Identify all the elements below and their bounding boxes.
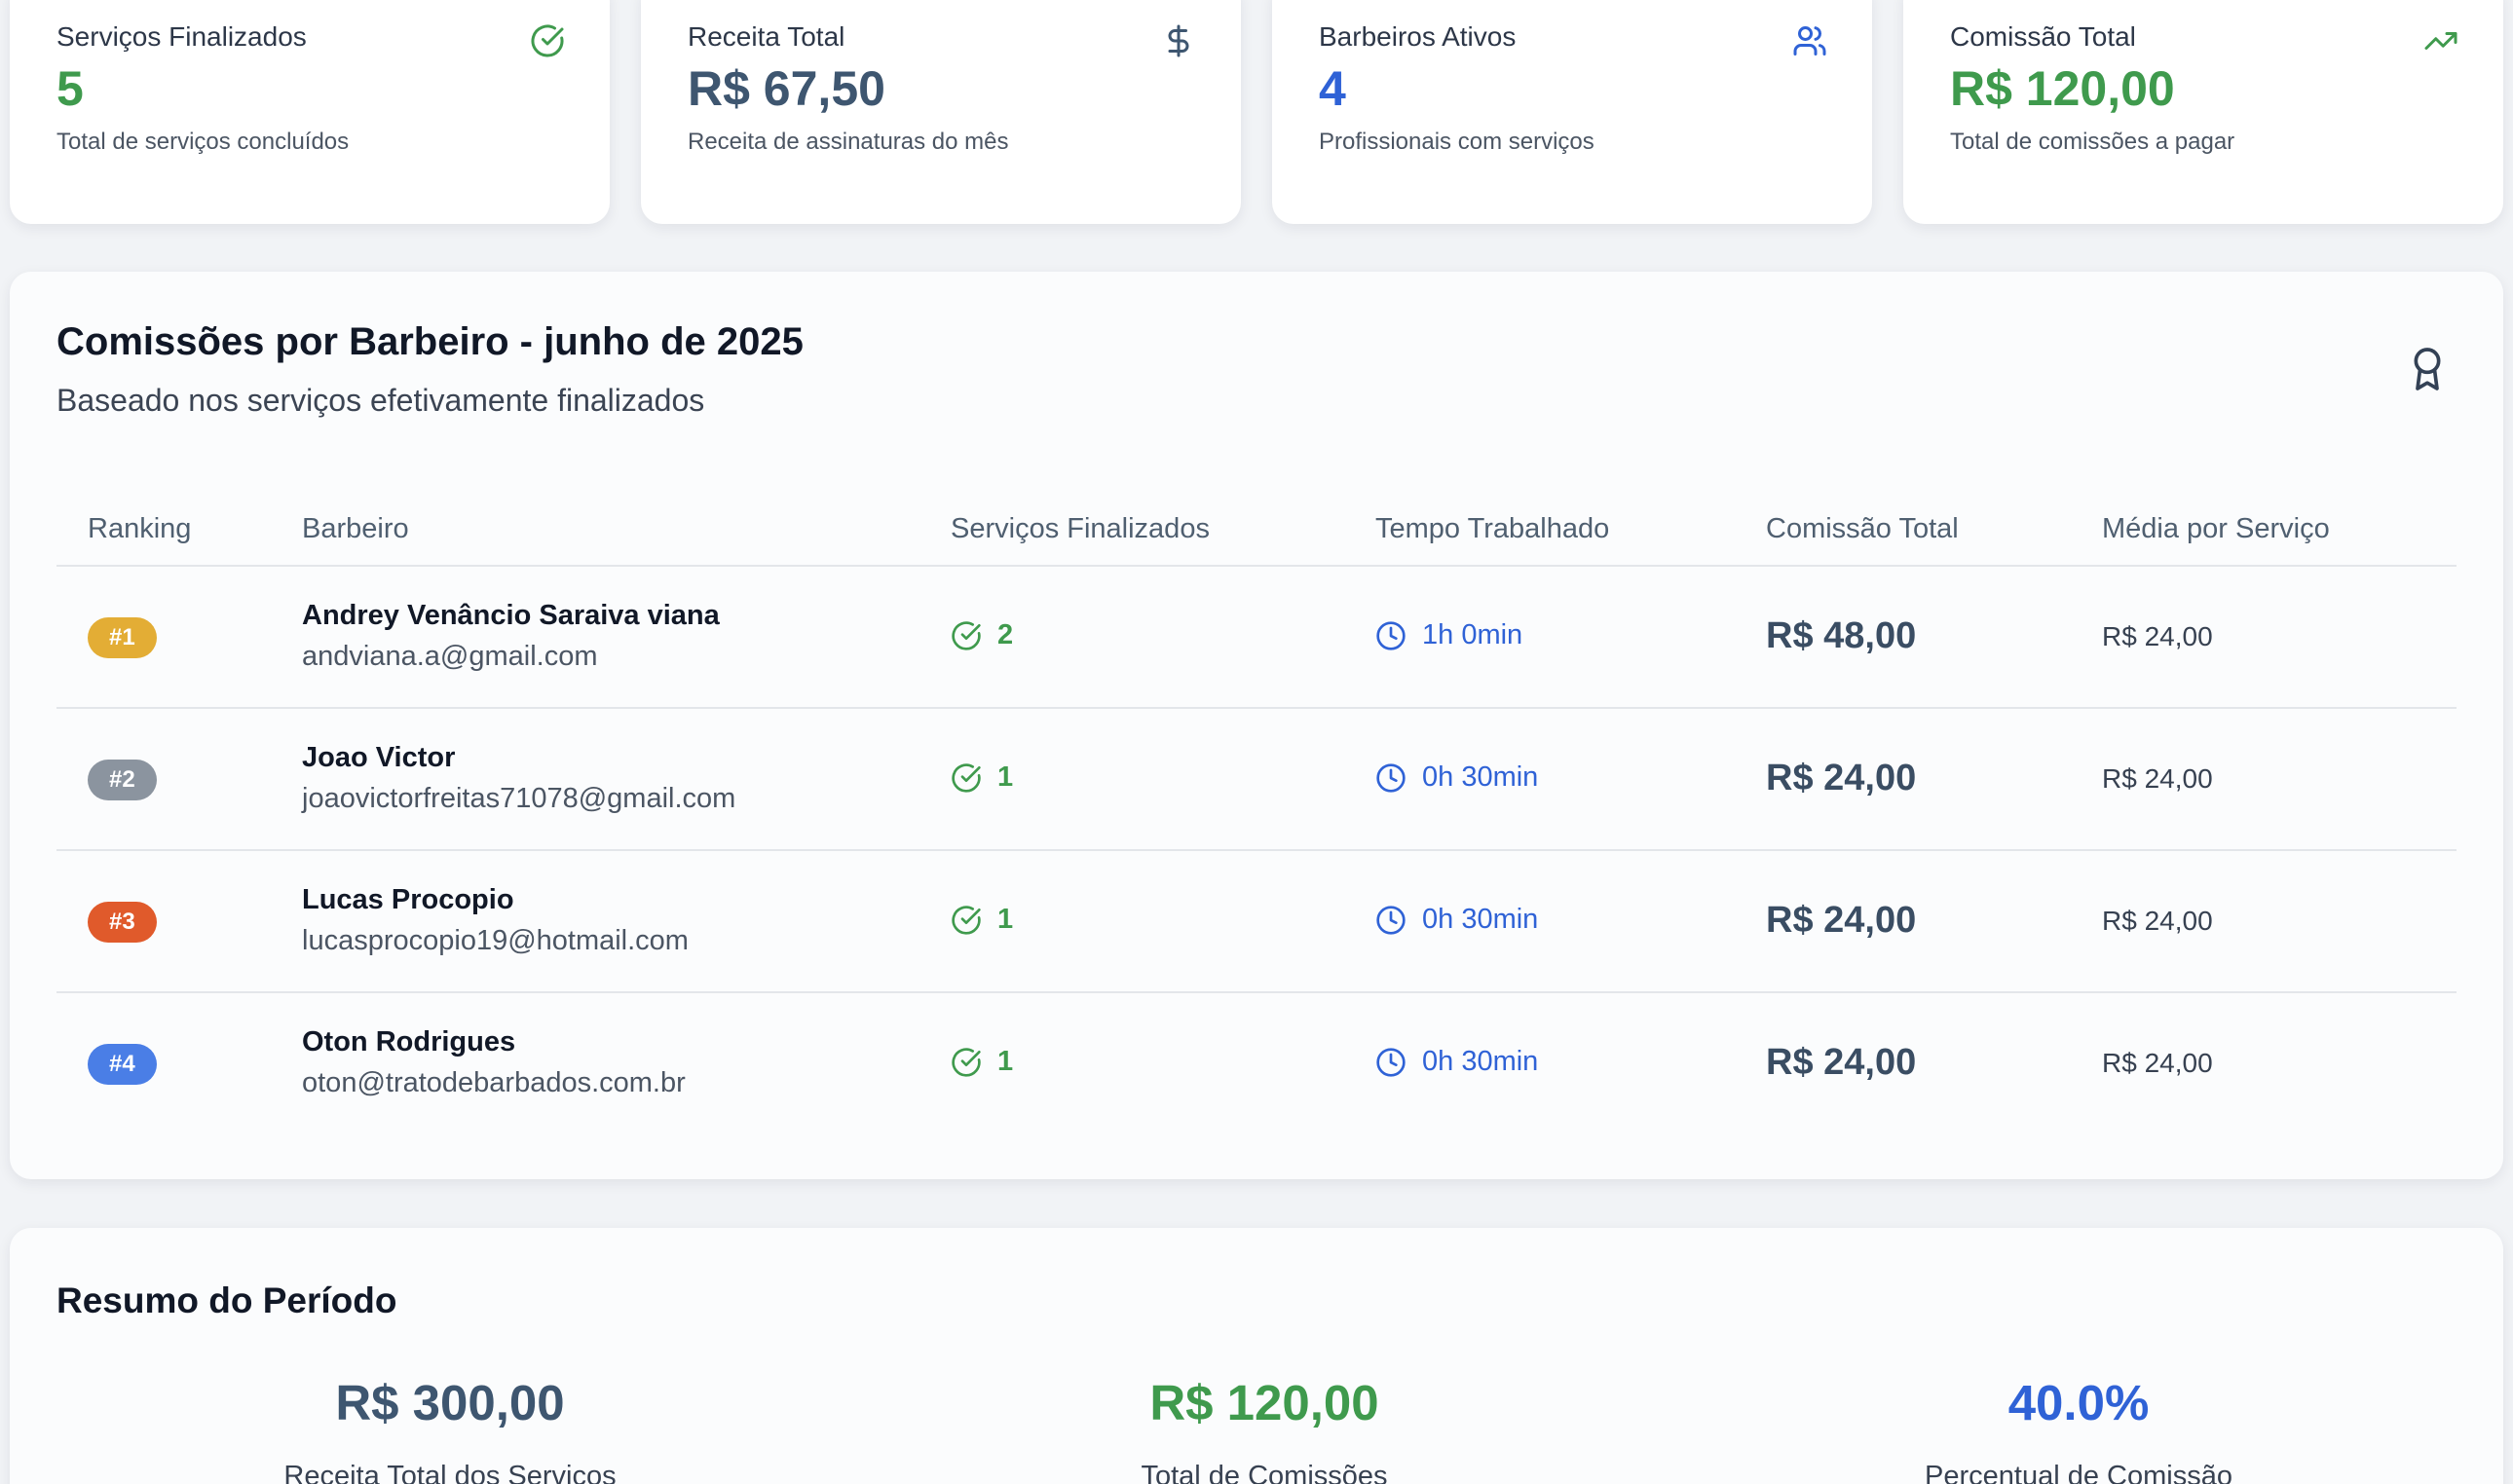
- clock-icon: [1376, 1047, 1406, 1077]
- rank-badge: #2: [88, 760, 157, 800]
- header-ranking: Ranking: [88, 513, 192, 544]
- header-commission: Comissão Total: [1766, 513, 1959, 544]
- summary-card: Resumo do Período R$ 300,00 Receita Tota…: [10, 1228, 2503, 1484]
- stat-desc: Receita de assinaturas do mês: [688, 129, 1009, 155]
- stat-value: R$ 120,00: [1950, 61, 2175, 116]
- summary-item-revenue: R$ 300,00 Receita Total dos Serviços: [43, 1374, 857, 1484]
- stat-label: Comissão Total: [1950, 21, 2136, 52]
- users-icon: [1793, 26, 1826, 56]
- services-count: 1: [997, 761, 1014, 793]
- barber-name: Andrey Venâncio Saraiva viana: [302, 600, 720, 631]
- barber-email: lucasprocopio19@hotmail.com: [302, 925, 689, 956]
- barber-name: Joao Victor: [302, 742, 456, 773]
- trending-up-icon: [2424, 32, 2457, 50]
- commission-value: R$ 24,00: [1766, 758, 1917, 798]
- services-cell: 1: [951, 761, 1013, 794]
- table-row: #1 Andrey Venâncio Saraiva viana andvian…: [56, 567, 2457, 709]
- rank-badge: #1: [88, 617, 157, 658]
- commissions-card: Comissões por Barbeiro - junho de 2025 B…: [10, 272, 2503, 1179]
- average-value: R$ 24,00: [2102, 1048, 2213, 1078]
- summary-label: Receita Total dos Serviços: [283, 1461, 617, 1484]
- stat-label: Receita Total: [688, 21, 845, 52]
- commissions-subtitle: Baseado nos serviços efetivamente finali…: [56, 383, 705, 418]
- dashboard-root: Serviços Finalizados 5 Total de serviços…: [0, 0, 2513, 1484]
- barber-email: oton@tratodebarbados.com.br: [302, 1067, 686, 1098]
- dollar-icon: [1168, 24, 1189, 57]
- check-circle-icon: [952, 762, 981, 793]
- stat-label: Barbeiros Ativos: [1319, 21, 1517, 52]
- summary-label: Percentual de Comissão: [1925, 1461, 2232, 1484]
- clock-icon: [1376, 905, 1406, 935]
- stat-desc: Profissionais com serviços: [1319, 129, 1594, 155]
- time-value: 0h 30min: [1422, 761, 1539, 793]
- check-circle-icon: [952, 1047, 981, 1077]
- stat-value: 5: [56, 61, 84, 116]
- services-count: 1: [997, 904, 1014, 935]
- stat-desc: Total de serviços concluídos: [56, 129, 350, 155]
- stat-card-revenue: Receita Total R$ 67,50 Receita de assina…: [641, 0, 1241, 224]
- check-circle-icon: [531, 24, 564, 57]
- header-services: Serviços Finalizados: [951, 513, 1210, 544]
- check-circle-icon: [952, 620, 981, 650]
- header-time: Tempo Trabalhado: [1375, 513, 1610, 544]
- table-header: Ranking Barbeiro Serviços Finalizados Te…: [56, 484, 2457, 567]
- time-value: 0h 30min: [1422, 1046, 1539, 1077]
- average-value: R$ 24,00: [2102, 906, 2213, 936]
- clock-icon: [1376, 762, 1406, 793]
- services-cell: 1: [951, 904, 1013, 936]
- average-value: R$ 24,00: [2102, 621, 2213, 651]
- stat-desc: Total de comissões a pagar: [1950, 129, 2235, 155]
- commission-value: R$ 24,00: [1766, 900, 1917, 941]
- rank-badge: #4: [88, 1044, 157, 1085]
- services-count: 1: [997, 1046, 1014, 1077]
- time-cell: 0h 30min: [1375, 1046, 1538, 1078]
- barber-email: joaovictorfreitas71078@gmail.com: [302, 783, 736, 814]
- stat-value: 4: [1319, 61, 1346, 116]
- time-cell: 0h 30min: [1375, 761, 1538, 794]
- stat-label: Serviços Finalizados: [56, 21, 307, 52]
- summary-label: Total de Comissões: [1141, 1461, 1388, 1484]
- stats-row: Serviços Finalizados 5 Total de serviços…: [10, 0, 2503, 224]
- services-cell: 2: [951, 619, 1013, 651]
- time-value: 0h 30min: [1422, 904, 1539, 935]
- time-value: 1h 0min: [1422, 619, 1523, 650]
- table-row: #3 Lucas Procopio lucasprocopio19@hotmai…: [56, 851, 2457, 993]
- table-row: #4 Oton Rodrigues oton@tratodebarbados.c…: [56, 993, 2457, 1135]
- stat-card-commission: Comissão Total R$ 120,00 Total de comiss…: [1903, 0, 2503, 224]
- header-barber: Barbeiro: [302, 513, 409, 544]
- commissions-table: Ranking Barbeiro Serviços Finalizados Te…: [56, 484, 2457, 1135]
- summary-value: R$ 120,00: [1149, 1375, 1379, 1430]
- stat-value: R$ 67,50: [688, 61, 885, 116]
- table-row: #2 Joao Victor joaovictorfreitas71078@gm…: [56, 709, 2457, 851]
- commission-value: R$ 24,00: [1766, 1042, 1917, 1083]
- summary-title: Resumo do Período: [56, 1280, 397, 1320]
- barber-name: Oton Rodrigues: [302, 1026, 516, 1057]
- time-cell: 1h 0min: [1375, 619, 1522, 651]
- summary-value: 40.0%: [2007, 1375, 2150, 1430]
- time-cell: 0h 30min: [1375, 904, 1538, 936]
- summary-item-commissions: R$ 120,00 Total de Comissões: [857, 1374, 1671, 1484]
- award-icon: [2414, 348, 2441, 390]
- check-circle-icon: [952, 905, 981, 935]
- rank-badge: #3: [88, 902, 157, 943]
- barber-email: andviana.a@gmail.com: [302, 641, 598, 672]
- stat-card-services: Serviços Finalizados 5 Total de serviços…: [10, 0, 610, 224]
- summary-item-percentage: 40.0% Percentual de Comissão: [1671, 1374, 2486, 1484]
- clock-icon: [1376, 620, 1406, 650]
- average-value: R$ 24,00: [2102, 763, 2213, 794]
- commission-value: R$ 48,00: [1766, 615, 1917, 656]
- stat-card-barbers: Barbeiros Ativos 4 Profissionais com ser…: [1272, 0, 1872, 224]
- barber-name: Lucas Procopio: [302, 884, 514, 915]
- summary-value: R$ 300,00: [335, 1375, 565, 1430]
- commissions-title: Comissões por Barbeiro - junho de 2025: [56, 320, 804, 363]
- services-cell: 1: [951, 1046, 1013, 1078]
- services-count: 2: [997, 619, 1014, 650]
- header-average: Média por Serviço: [2102, 513, 2330, 544]
